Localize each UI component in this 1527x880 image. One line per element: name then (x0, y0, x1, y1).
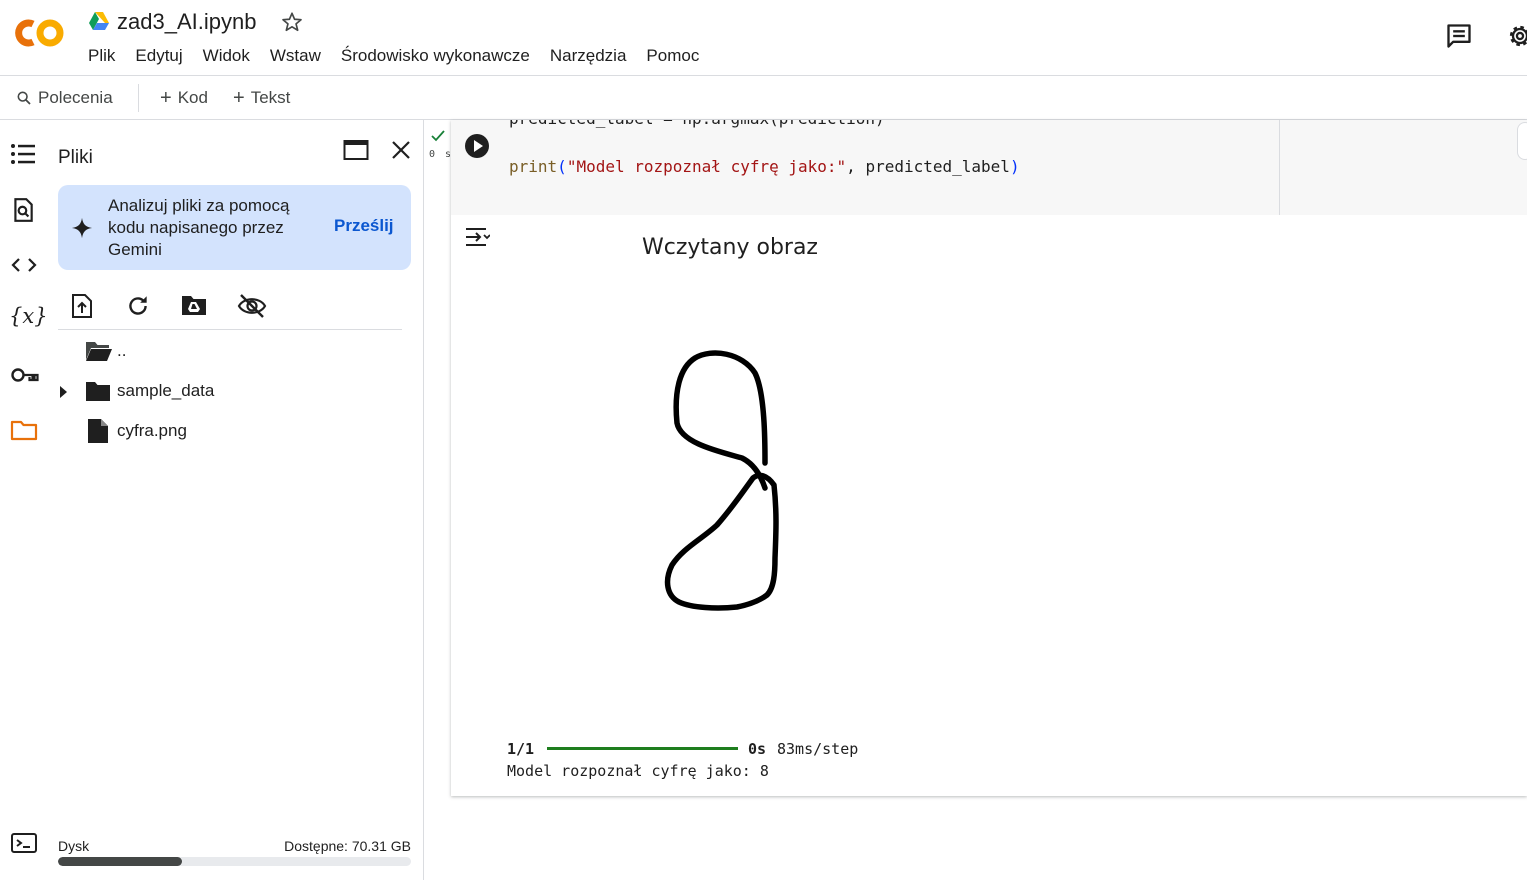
menu-view[interactable]: Widok (203, 46, 250, 68)
colab-logo[interactable] (14, 16, 68, 50)
plus-icon: + (160, 87, 172, 109)
disk-available: Dostępne: 70.31 GB (284, 838, 411, 854)
progress-step: 1/1 (507, 740, 535, 758)
menu-insert[interactable]: Wstaw (270, 46, 321, 68)
cell-execution-time: 0 s (429, 149, 454, 160)
expand-arrow-icon[interactable] (58, 385, 68, 399)
code-token-paren: ( (557, 157, 567, 176)
table-of-contents-icon[interactable] (10, 143, 36, 165)
file-name: cyfra.png (117, 421, 187, 440)
disk-usage-fill (58, 857, 182, 866)
gemini-card-text: Analizuj pliki za pomocą kodu napisanego… (108, 196, 290, 259)
refresh-icon[interactable] (125, 293, 151, 319)
commands-label: Polecenia (38, 88, 113, 107)
result-text: Model rozpoznał cyfrę jako: 8 (507, 762, 769, 780)
secrets-key-icon[interactable] (10, 366, 40, 384)
menu-file[interactable]: Plik (88, 46, 115, 68)
code-cell-input: predicted_label = np.argmax(prediction) … (451, 120, 1527, 215)
progress-rate: 83ms/step (777, 740, 859, 758)
menu-tools[interactable]: Narzędzia (550, 46, 627, 68)
comment-icon[interactable] (1445, 22, 1473, 50)
code-token-string: "Model rozpoznał cyfrę jako:" (566, 157, 847, 176)
star-icon[interactable] (281, 11, 303, 33)
output-actions-icon[interactable] (464, 226, 490, 248)
google-drive-icon[interactable] (88, 11, 110, 31)
files-panel: Pliki Analizuj pliki za pomocą kodu napi… (47, 120, 423, 880)
files-folder-icon[interactable] (10, 419, 38, 441)
disk-label: Dysk (58, 838, 90, 854)
add-text-label: Tekst (250, 88, 291, 107)
code-editor[interactable]: predicted_label = np.argmax(prediction) … (501, 120, 1279, 215)
files-divider (58, 329, 402, 330)
plot-title: Wczytany obraz (642, 235, 818, 260)
open-folder-icon (85, 340, 113, 362)
files-panel-title: Pliki (58, 147, 93, 168)
digit-image (647, 333, 787, 633)
mount-drive-icon[interactable] (180, 293, 208, 317)
file-row-parent[interactable]: .. (47, 338, 407, 366)
editor-edge (1279, 120, 1280, 215)
disk-usage-bar (58, 857, 411, 866)
notebook-title[interactable]: zad3_AI.ipynb (117, 9, 256, 35)
variables-icon[interactable]: {x} (9, 304, 48, 328)
code-token-args: , predicted_label (846, 157, 1010, 176)
notebook-toolbar: Polecenia + Kod + Tekst (0, 76, 1527, 120)
file-name: .. (117, 341, 127, 360)
hide-files-icon[interactable] (237, 293, 267, 319)
commands-button[interactable]: Polecenia (16, 88, 113, 108)
file-row-cyfra[interactable]: cyfra.png (47, 418, 407, 446)
code-cell: predicted_label = np.argmax(prediction) … (451, 120, 1527, 796)
toolbar-divider (138, 84, 139, 112)
menu-bar: Plik Edytuj Widok Wstaw Środowisko wykon… (88, 46, 719, 68)
gemini-suggestion-card: Analizuj pliki za pomocą kodu napisanego… (58, 185, 411, 270)
plus-icon: + (233, 87, 245, 109)
find-replace-icon[interactable] (10, 197, 36, 223)
open-in-tab-icon[interactable] (343, 139, 369, 161)
code-line: predicted_label = np.argmax(prediction) (509, 120, 885, 128)
add-text-button[interactable]: + Tekst (233, 88, 290, 108)
menu-runtime[interactable]: Środowisko wykonawcze (341, 46, 530, 68)
progress-time: 0s (748, 740, 767, 758)
upload-file-icon[interactable] (70, 293, 94, 319)
gemini-sparkle-icon (71, 217, 93, 239)
add-code-button[interactable]: + Kod (160, 88, 208, 108)
add-code-label: Kod (177, 88, 208, 107)
file-icon (87, 418, 109, 444)
code-snippets-icon[interactable] (10, 255, 38, 275)
gemini-upload-link[interactable]: Prześlij (334, 216, 394, 236)
scroll-tab[interactable] (1517, 122, 1527, 160)
gear-icon[interactable] (1506, 22, 1527, 50)
check-icon (431, 130, 445, 142)
terminal-icon[interactable] (10, 832, 38, 854)
side-rail: {x} (0, 120, 48, 880)
search-icon (16, 90, 32, 106)
code-token-paren: ) (1009, 157, 1020, 176)
file-row-sample-data[interactable]: sample_data (47, 378, 407, 406)
menu-help[interactable]: Pomoc (646, 46, 699, 68)
code-token-function: print (509, 157, 558, 176)
app-header: zad3_AI.ipynb Plik Edytuj Widok Wstaw Śr… (0, 0, 1527, 76)
file-name: sample_data (117, 381, 215, 400)
menu-edit[interactable]: Edytuj (135, 46, 182, 68)
code-line: print("Model rozpoznał cyfrę jako:", pre… (509, 157, 1020, 176)
folder-icon (85, 380, 111, 402)
run-cell-button[interactable] (464, 133, 490, 159)
progress-bar (547, 747, 738, 750)
close-icon[interactable] (390, 139, 412, 161)
notebook-area: 0 s predicted_label = np.argmax(predicti… (424, 120, 1527, 880)
